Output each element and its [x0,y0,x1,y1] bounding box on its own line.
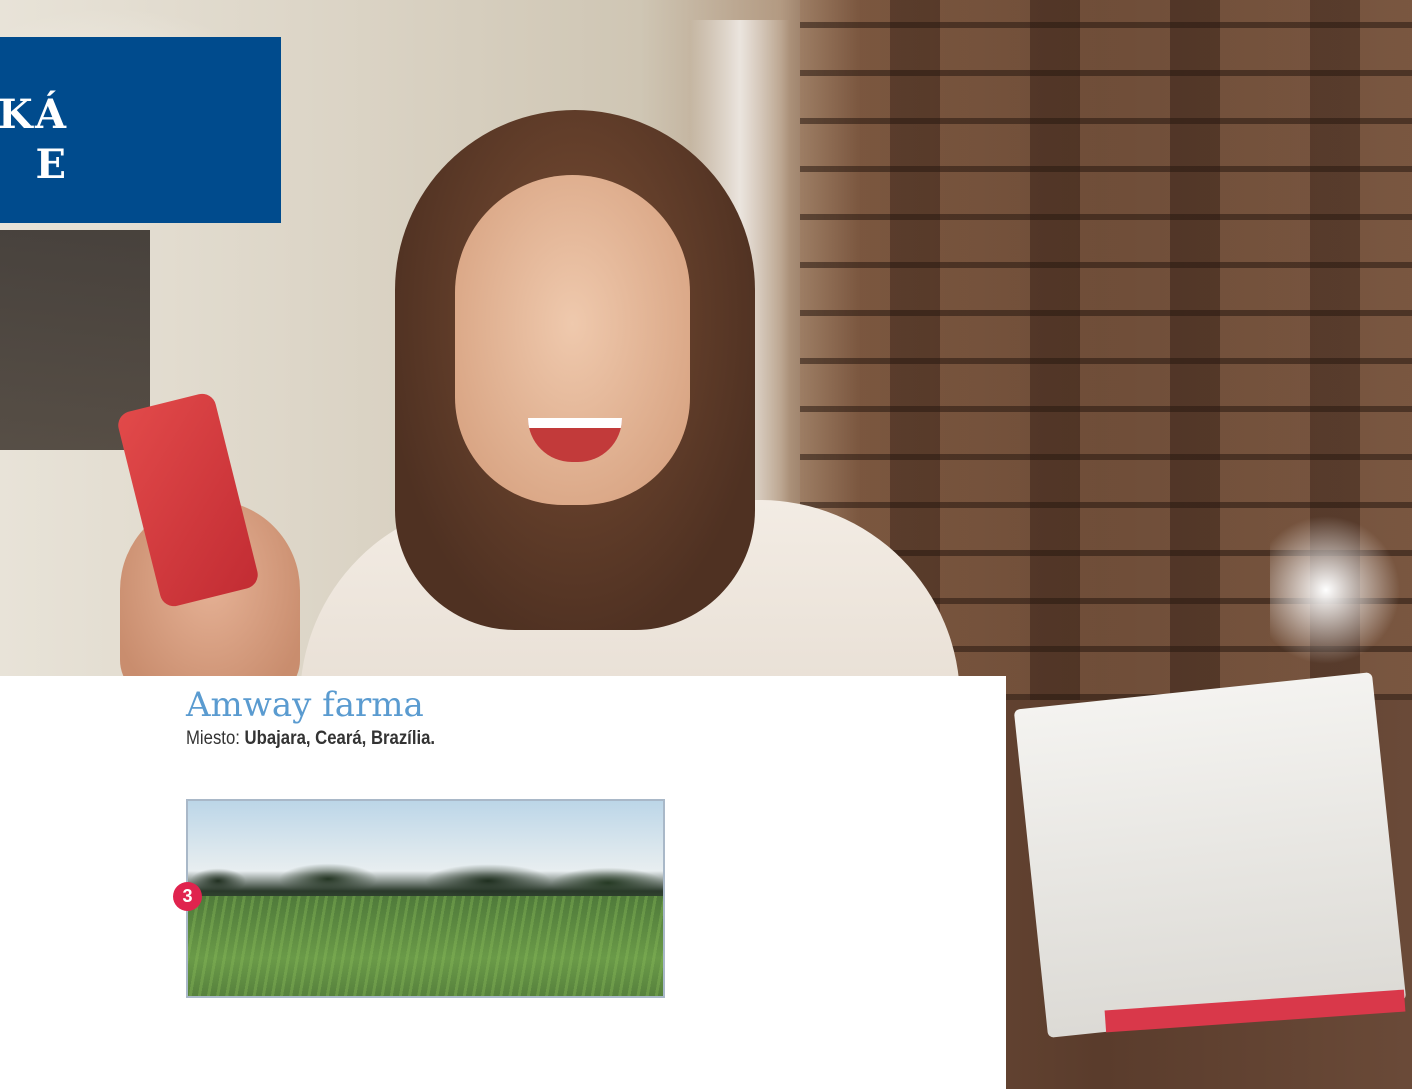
location-label: Miesto: [186,728,240,749]
farm-location: Miesto: Ubajara, Ceará, Brazília. [186,728,435,750]
photo-flowers [1270,500,1410,680]
farm-photo-trees [188,841,663,901]
farm-photo-field [188,896,663,996]
content-panel: Amway farma Miesto: Ubajara, Ceará, Braz… [0,676,1006,1089]
farm-title: Amway farma [186,685,424,725]
farm-photo [186,799,665,998]
location-value: Ubajara, Ceará, Brazília. [244,728,436,749]
heading-line-2: E [35,141,70,188]
heading-block: KÁ E [0,37,281,223]
photo-tablet [1013,672,1407,1038]
number-badge: 3 [173,882,202,911]
heading-line-1: KÁ [0,91,70,138]
